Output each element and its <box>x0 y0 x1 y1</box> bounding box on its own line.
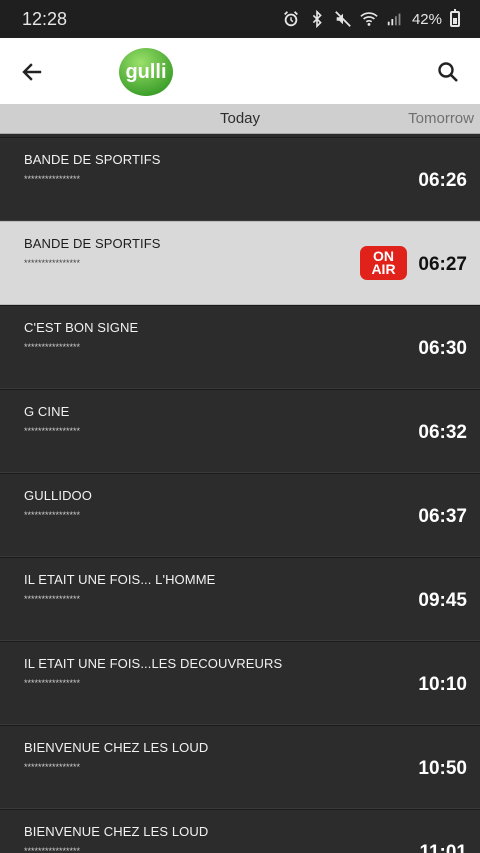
on-air-badge: ON AIR <box>360 246 407 280</box>
alarm-icon <box>284 11 298 27</box>
program-rating: **************** <box>24 174 81 184</box>
gulli-logo: gulli <box>119 48 173 96</box>
program-rating: **************** <box>24 258 81 268</box>
battery-percent: 42% <box>411 10 442 28</box>
program-rating: **************** <box>24 426 81 436</box>
program-rating: **************** <box>24 762 81 772</box>
program-row[interactable]: BIENVENUE CHEZ LES LOUD ****************… <box>0 809 480 853</box>
back-button[interactable] <box>16 56 48 88</box>
program-row[interactable]: BIENVENUE CHEZ LES LOUD ****************… <box>0 725 480 809</box>
program-rating: **************** <box>24 678 81 688</box>
program-row[interactable]: BANDE DE SPORTIFS **************** 06:26 <box>0 137 480 221</box>
program-time: 10:50 <box>418 758 467 779</box>
program-title: BIENVENUE CHEZ LES LOUD <box>24 740 209 755</box>
mute-icon <box>335 11 351 27</box>
day-tabs: Today Tomorrow <box>0 104 480 134</box>
program-time: 10:10 <box>418 674 467 695</box>
program-time: 06:26 <box>418 170 467 191</box>
program-time: 11:01 <box>419 842 467 853</box>
program-rating: **************** <box>24 342 81 352</box>
program-time: 06:27 <box>418 254 467 275</box>
on-air-line2: AIR <box>371 261 396 277</box>
status-bar: 12:28 42% <box>0 0 480 38</box>
search-icon <box>438 62 458 82</box>
program-row[interactable]: IL ETAIT UNE FOIS... L'HOMME ***********… <box>0 557 480 641</box>
program-title: C'EST BON SIGNE <box>24 320 139 335</box>
program-time: 06:32 <box>418 422 467 443</box>
tab-tomorrow[interactable]: Tomorrow <box>408 110 474 127</box>
program-row[interactable]: IL ETAIT UNE FOIS...LES DECOUVREURS ****… <box>0 641 480 725</box>
program-time: 06:37 <box>418 506 467 527</box>
status-time: 12:28 <box>22 8 68 29</box>
program-list: BANDE DE SPORTIFS **************** 06:26… <box>0 137 480 853</box>
program-time: 09:45 <box>418 590 467 611</box>
program-title: BANDE DE SPORTIFS <box>24 152 161 167</box>
program-time: 06:30 <box>418 338 467 359</box>
program-rating: **************** <box>24 594 81 604</box>
battery-icon <box>450 9 460 27</box>
program-title: GULLIDOO <box>24 488 92 503</box>
program-rating: **************** <box>24 510 81 520</box>
program-rating: **************** <box>24 846 81 853</box>
back-arrow-icon <box>22 63 42 81</box>
program-row[interactable]: C'EST BON SIGNE **************** 06:30 <box>0 305 480 389</box>
program-title: G CINE <box>24 404 70 419</box>
program-title: IL ETAIT UNE FOIS... L'HOMME <box>24 572 216 587</box>
program-row[interactable]: GULLIDOO **************** 06:37 <box>0 473 480 557</box>
tab-today[interactable]: Today <box>200 110 280 127</box>
program-title: BIENVENUE CHEZ LES LOUD <box>24 824 209 839</box>
wifi-icon <box>360 12 378 26</box>
status-icons: 42% <box>282 9 460 28</box>
signal-icon <box>387 13 401 26</box>
program-row-on-air[interactable]: BANDE DE SPORTIFS **************** ON AI… <box>0 221 480 305</box>
program-title: BANDE DE SPORTIFS <box>24 236 161 251</box>
program-title: IL ETAIT UNE FOIS...LES DECOUVREURS <box>24 656 283 671</box>
bluetooth-icon <box>312 10 322 28</box>
app-bar: gulli <box>0 38 480 104</box>
logo-text: gulli <box>125 61 166 83</box>
program-row[interactable]: G CINE **************** 06:32 <box>0 389 480 473</box>
search-button[interactable] <box>432 56 464 88</box>
